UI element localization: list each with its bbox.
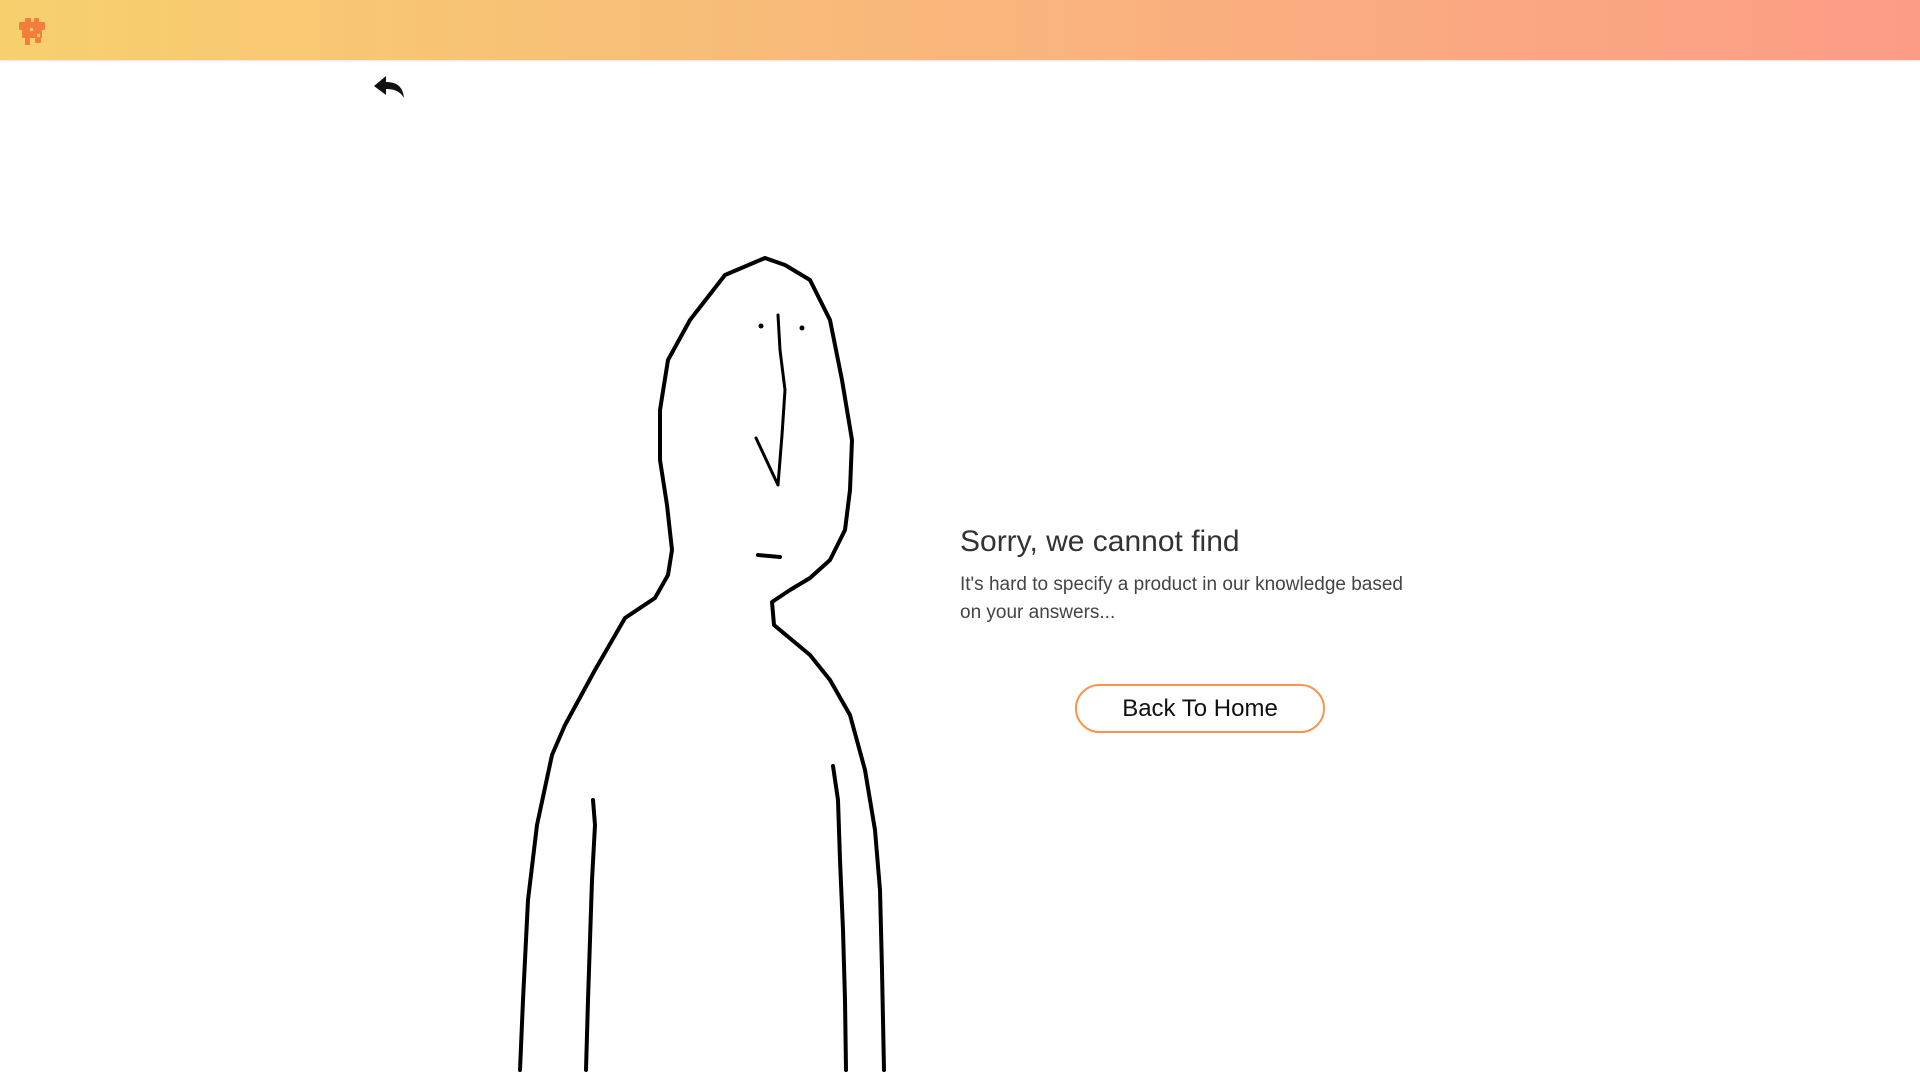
figure-right-arm (831, 764, 848, 1072)
puzzle-piece-icon[interactable] (16, 16, 48, 48)
not-found-message: Sorry, we cannot find It's hard to speci… (960, 525, 1420, 627)
not-found-title: Sorry, we cannot find (960, 525, 1240, 558)
figure-outline (518, 256, 886, 1072)
top-header-bar (0, 0, 1920, 60)
figure-left-arm (584, 798, 597, 1072)
sad-person-illustration (518, 256, 886, 1072)
figure-mouth (756, 553, 782, 559)
figure-nose (754, 313, 787, 487)
back-to-home-button[interactable]: Back To Home (1075, 684, 1325, 733)
figure-left-eye (758, 323, 764, 329)
figure-right-eye (799, 325, 805, 331)
reply-arrow-icon[interactable] (372, 72, 406, 102)
not-found-description: It's hard to specify a product in our kn… (960, 574, 1404, 623)
